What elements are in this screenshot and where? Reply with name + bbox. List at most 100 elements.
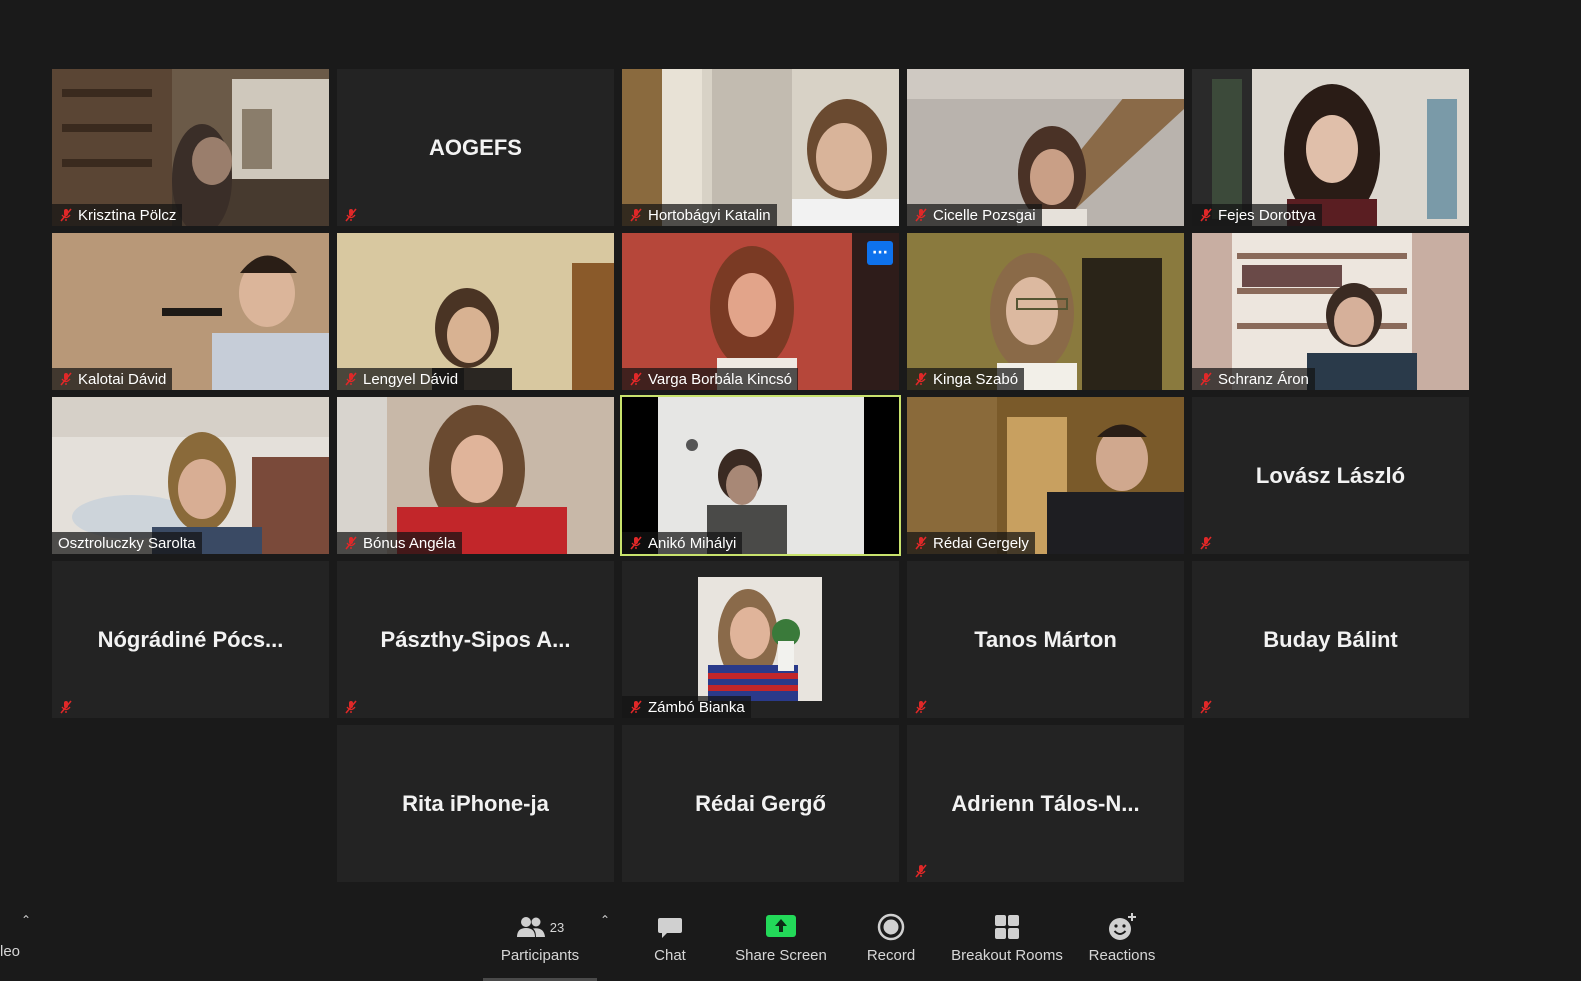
participant-nametag — [907, 696, 935, 718]
participant-name: Rédai Gergely — [933, 534, 1029, 552]
muted-mic-icon — [1200, 536, 1212, 550]
participant-tile[interactable]: Lengyel Dávid — [337, 233, 614, 390]
participant-display-name: Buday Bálint — [1263, 626, 1398, 652]
participant-tile[interactable]: Rita iPhone-ja — [337, 725, 614, 882]
participant-nametag: Hortobágyi Katalin — [622, 204, 777, 226]
participant-tile[interactable]: Nógrádiné Pócs... — [52, 561, 329, 718]
gallery-view: Krisztina Pölcz AOGEFS Hortobágyi Katali… — [52, 69, 1469, 882]
reactions-button[interactable]: Reactions — [1089, 913, 1155, 973]
participant-video — [1192, 69, 1469, 226]
muted-mic-icon — [1200, 208, 1212, 222]
muted-mic-icon — [630, 208, 642, 222]
muted-mic-icon — [915, 372, 927, 386]
participant-video — [622, 397, 899, 554]
participant-tile[interactable]: Schranz Áron — [1192, 233, 1469, 390]
participant-nametag: Zámbó Bianka — [622, 696, 751, 718]
chat-icon — [658, 918, 682, 938]
participant-video — [907, 69, 1184, 226]
muted-mic-icon — [60, 700, 72, 714]
participant-tile[interactable]: Lovász László — [1192, 397, 1469, 554]
participant-name: Zámbó Bianka — [648, 698, 745, 716]
empty-grid-cell — [52, 725, 329, 882]
participant-name: Fejes Dorottya — [1218, 206, 1316, 224]
share-screen-label: Share Screen — [735, 947, 827, 964]
participant-name: Varga Borbála Kincsó — [648, 370, 792, 388]
participant-nametag — [1192, 696, 1220, 718]
participant-tile[interactable]: Adrienn Tálos-N... — [907, 725, 1184, 882]
participant-tile[interactable]: Bónus Angéla — [337, 397, 614, 554]
participant-video — [337, 397, 614, 554]
participant-tile[interactable]: Kalotai Dávid — [52, 233, 329, 390]
record-button[interactable]: Record — [866, 913, 916, 973]
participant-nametag — [337, 204, 365, 226]
participants-icon — [516, 917, 545, 937]
participant-video — [907, 233, 1184, 390]
participant-video — [52, 233, 329, 390]
participant-display-name: Lovász László — [1255, 462, 1406, 488]
muted-mic-icon — [1200, 700, 1212, 714]
muted-mic-icon — [915, 208, 927, 222]
participant-nametag: Kalotai Dávid — [52, 368, 173, 390]
muted-mic-icon — [1200, 372, 1212, 386]
participant-display-name: Rita iPhone-ja — [402, 790, 549, 816]
share-screen-button[interactable]: Share Screen — [735, 913, 827, 973]
participant-display-name: AOGEFS — [429, 134, 522, 160]
record-label: Record — [866, 947, 916, 964]
participant-tile[interactable]: Buday Bálint — [1192, 561, 1469, 718]
reactions-label: Reactions — [1088, 947, 1156, 964]
participant-name: Krisztina Pölcz — [78, 206, 177, 224]
more-options-button[interactable]: ··· — [867, 241, 893, 265]
participant-tile[interactable]: Rédai Gergő — [622, 725, 899, 882]
muted-mic-icon — [60, 208, 72, 222]
participant-tile[interactable]: Pászthy-Sipos A... — [337, 561, 614, 718]
participants-label: Participants — [500, 947, 580, 964]
video-button-label[interactable]: leo — [0, 943, 20, 960]
participants-button[interactable]: 23 Participants — [500, 913, 580, 973]
chat-button[interactable]: Chat — [650, 913, 690, 973]
participant-nametag: Varga Borbála Kincsó — [622, 368, 798, 390]
participant-nametag: Lengyel Dávid — [337, 368, 465, 390]
breakout-rooms-label: Breakout Rooms — [951, 947, 1063, 964]
participant-tile[interactable]: Hortobágyi Katalin — [622, 69, 899, 226]
participant-tile[interactable]: AOGEFS — [337, 69, 614, 226]
participant-nametag: Anikó Mihályi — [622, 532, 743, 554]
record-icon — [877, 913, 905, 941]
muted-mic-icon — [345, 700, 357, 714]
muted-mic-icon — [60, 372, 72, 386]
participant-name: Anikó Mihályi — [648, 534, 737, 552]
muted-mic-icon — [345, 208, 357, 222]
participant-nametag: Kinga Szabó — [907, 368, 1025, 390]
participant-tile[interactable]: Krisztina Pölcz — [52, 69, 329, 226]
participant-nametag — [337, 696, 365, 718]
participants-caret-icon[interactable]: ⌃ — [600, 913, 610, 927]
participant-tile-active-speaker[interactable]: Anikó Mihályi — [620, 395, 901, 556]
chat-label: Chat — [654, 947, 686, 964]
breakout-rooms-button[interactable]: Breakout Rooms — [951, 913, 1063, 973]
participant-video — [622, 233, 899, 390]
participant-tile[interactable]: Osztroluczky Sarolta — [52, 397, 329, 554]
participant-nametag — [907, 860, 935, 882]
participant-nametag: Fejes Dorottya — [1192, 204, 1322, 226]
participant-tile[interactable]: Rédai Gergely — [907, 397, 1184, 554]
participant-video — [907, 397, 1184, 554]
muted-mic-icon — [915, 864, 927, 878]
video-options-caret-icon[interactable]: ⌃ — [21, 913, 31, 927]
participant-nametag — [52, 696, 80, 718]
participant-tile[interactable]: Zámbó Bianka — [622, 561, 899, 718]
profile-photo — [698, 577, 822, 701]
muted-mic-icon — [345, 536, 357, 550]
participant-tile[interactable]: ··· Varga Borbála Kincsó — [622, 233, 899, 390]
participant-display-name: Adrienn Tálos-N... — [951, 790, 1140, 816]
participant-display-name: Pászthy-Sipos A... — [380, 626, 571, 652]
participant-tile[interactable]: Cicelle Pozsgai — [907, 69, 1184, 226]
participant-video — [1192, 233, 1469, 390]
participant-tile[interactable]: Kinga Szabó — [907, 233, 1184, 390]
participant-name: Lengyel Dávid — [363, 370, 459, 388]
participant-video — [52, 69, 329, 226]
participant-name: Kinga Szabó — [933, 370, 1019, 388]
participant-tile[interactable]: Fejes Dorottya — [1192, 69, 1469, 226]
participant-nametag: Cicelle Pozsgai — [907, 204, 1042, 226]
participant-tile[interactable]: Tanos Márton — [907, 561, 1184, 718]
participant-name: Schranz Áron — [1218, 370, 1309, 388]
meeting-toolbar: ⌃ leo 23 Participants ⌃ Chat Share Scree… — [0, 885, 1581, 981]
